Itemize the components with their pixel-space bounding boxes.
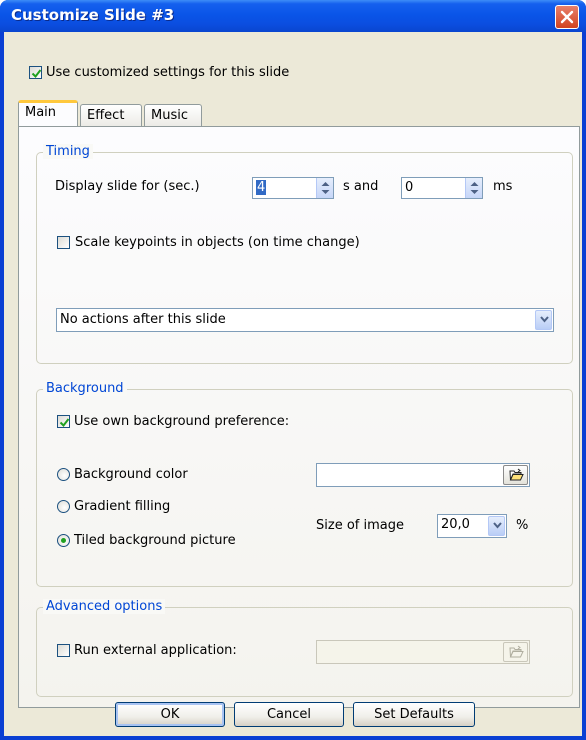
run-external-checkbox[interactable] bbox=[57, 644, 70, 657]
dialog-window: Customize Slide #3 Use customized settin… bbox=[0, 0, 586, 740]
timing-group: Timing Display slide for (sec.) 4 s and … bbox=[36, 144, 573, 364]
size-of-image-select[interactable]: 20,0 bbox=[437, 514, 507, 538]
ms-label: ms bbox=[493, 179, 513, 194]
gradient-filling-label: Gradient filling bbox=[74, 499, 171, 514]
close-icon bbox=[560, 10, 574, 24]
background-color-label: Background color bbox=[74, 467, 188, 482]
seconds-spinner[interactable] bbox=[316, 178, 333, 198]
cancel-button-label: Cancel bbox=[266, 707, 312, 722]
set-defaults-button-label: Set Defaults bbox=[374, 707, 454, 722]
tab-main[interactable]: Main bbox=[18, 100, 78, 126]
open-folder-icon bbox=[509, 468, 524, 481]
own-background-label: Use own background preference: bbox=[74, 414, 290, 429]
checkmark-icon bbox=[59, 418, 70, 428]
open-folder-icon bbox=[509, 645, 524, 658]
title-bar[interactable]: Customize Slide #3 bbox=[0, 0, 586, 32]
ms-spinner[interactable] bbox=[465, 178, 482, 198]
browse-background-button[interactable] bbox=[503, 465, 528, 485]
background-group-title: Background bbox=[43, 381, 127, 396]
dialog-client: Use customized settings for this slide M… bbox=[4, 32, 582, 736]
cancel-button[interactable]: Cancel bbox=[234, 702, 344, 727]
action-select[interactable]: No actions after this slide bbox=[56, 308, 554, 332]
tab-music-label: Music bbox=[151, 108, 188, 123]
run-external-label: Run external application: bbox=[74, 643, 237, 658]
s-and-label: s and bbox=[343, 179, 379, 194]
radio-tiled-picture[interactable] bbox=[57, 534, 70, 547]
size-of-image-label: Size of image bbox=[316, 518, 404, 533]
tiled-picture-label: Tiled background picture bbox=[74, 533, 236, 548]
seconds-value: 4 bbox=[256, 180, 267, 195]
use-custom-label: Use customized settings for this slide bbox=[46, 65, 290, 80]
window-title: Customize Slide #3 bbox=[11, 6, 175, 24]
spin-arrows-icon bbox=[470, 182, 479, 194]
advanced-group-title: Advanced options bbox=[43, 599, 166, 614]
checkmark-icon bbox=[31, 69, 42, 79]
timing-group-title: Timing bbox=[43, 144, 93, 159]
display-slide-label: Display slide for (sec.) bbox=[55, 179, 200, 194]
background-group: Background Use own background preference… bbox=[36, 381, 573, 587]
action-select-value: No actions after this slide bbox=[60, 312, 226, 327]
use-custom-checkbox[interactable] bbox=[29, 66, 42, 79]
scale-keypoints-label: Scale keypoints in objects (on time chan… bbox=[75, 235, 360, 250]
background-file-input[interactable] bbox=[316, 463, 530, 487]
scale-keypoints-checkbox[interactable] bbox=[57, 236, 70, 249]
radio-selected-dot bbox=[61, 538, 66, 543]
close-button[interactable] bbox=[555, 5, 579, 29]
advanced-group: Advanced options Run external applicatio… bbox=[36, 599, 573, 697]
tab-music[interactable]: Music bbox=[144, 104, 202, 126]
seconds-input[interactable]: 4 bbox=[252, 177, 334, 199]
main-tab-panel: Timing Display slide for (sec.) 4 s and … bbox=[18, 126, 580, 708]
set-defaults-button[interactable]: Set Defaults bbox=[353, 702, 475, 727]
browse-app-button[interactable] bbox=[503, 642, 528, 662]
external-app-input[interactable] bbox=[316, 640, 530, 664]
percent-label: % bbox=[516, 518, 529, 533]
tab-effect-label: Effect bbox=[87, 108, 125, 123]
ok-button[interactable]: OK bbox=[115, 702, 225, 727]
size-dropdown-button[interactable] bbox=[488, 516, 505, 536]
ms-value: 0 bbox=[405, 180, 414, 195]
chevron-down-icon bbox=[493, 522, 502, 529]
size-of-image-value: 20,0 bbox=[441, 517, 470, 532]
action-dropdown-button[interactable] bbox=[535, 310, 552, 330]
radio-gradient-filling[interactable] bbox=[57, 500, 70, 513]
radio-background-color[interactable] bbox=[57, 468, 70, 481]
chevron-down-icon bbox=[540, 316, 549, 323]
tab-effect[interactable]: Effect bbox=[80, 104, 142, 126]
ms-input[interactable]: 0 bbox=[401, 177, 483, 199]
own-background-checkbox[interactable] bbox=[57, 415, 70, 428]
spin-arrows-icon bbox=[321, 182, 330, 194]
ok-button-label: OK bbox=[160, 707, 180, 722]
tab-main-label: Main bbox=[25, 105, 57, 120]
